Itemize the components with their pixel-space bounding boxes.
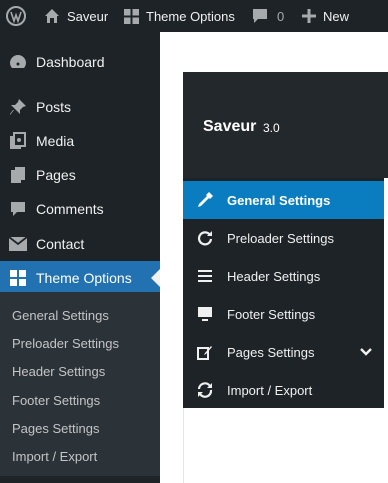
theme-options-label: Theme Options: [146, 8, 235, 24]
menu-item-media[interactable]: Media: [0, 124, 160, 158]
comments-count: 0: [277, 8, 285, 24]
new-label: New: [323, 8, 350, 24]
tab-pages-settings[interactable]: Pages Settings: [183, 333, 384, 371]
submenu-header-settings[interactable]: Header Settings: [12, 362, 105, 382]
tab-header-settings[interactable]: Header Settings: [183, 257, 384, 295]
menu-label-comments: Comments: [36, 201, 104, 217]
submenu-footer-settings[interactable]: Footer Settings: [12, 391, 100, 411]
pages-icon: [0, 166, 36, 184]
sync-icon: [183, 381, 227, 399]
wordpress-icon: [6, 6, 26, 26]
site-name-link[interactable]: Saveur: [44, 0, 108, 32]
panel-version: 3.0: [263, 121, 280, 135]
menu-item-comments[interactable]: Comments: [0, 192, 160, 226]
menu-label-theme-options: Theme Options: [36, 270, 132, 286]
tab-label-general: General Settings: [227, 192, 331, 208]
submenu-import-export[interactable]: Import / Export: [12, 447, 97, 467]
panel-title: Saveur: [203, 118, 257, 135]
theme-options-link[interactable]: Theme Options: [124, 0, 235, 32]
submenu-preloader-settings[interactable]: Preloader Settings: [12, 334, 119, 354]
tab-import-export[interactable]: Import / Export: [183, 371, 384, 409]
tab-general-settings[interactable]: General Settings: [183, 181, 384, 219]
pin-icon: [0, 98, 36, 116]
dashboard-icon: [0, 53, 36, 71]
menu-item-pages[interactable]: Pages: [0, 158, 160, 192]
menu-item-posts[interactable]: Posts: [0, 90, 160, 124]
comment-icon: [0, 200, 36, 218]
comment-icon: [252, 8, 268, 24]
theme-options-submenu: General Settings Preloader Settings Head…: [0, 292, 160, 476]
mail-icon: [0, 237, 36, 251]
options-panel-header: Saveur 3.0: [183, 72, 388, 178]
menu-label-media: Media: [36, 133, 75, 149]
grid-icon: [124, 8, 139, 24]
submenu-pages-settings[interactable]: Pages Settings: [12, 419, 99, 439]
comments-link[interactable]: 0: [252, 0, 284, 32]
wordpress-logo-button[interactable]: [6, 0, 26, 32]
edit-icon: [183, 344, 227, 360]
media-icon: [0, 132, 36, 150]
eyedropper-icon: [183, 191, 227, 209]
menu-label-posts: Posts: [36, 99, 72, 115]
new-content-button[interactable]: New: [302, 0, 349, 32]
menu-lines-icon: [183, 270, 227, 282]
menu-label-contact: Contact: [36, 236, 85, 252]
chevron-down-icon[interactable]: [360, 345, 372, 360]
monitor-icon: [183, 306, 227, 322]
current-indicator: [151, 269, 160, 287]
plus-icon: [302, 9, 316, 23]
site-name: Saveur: [67, 8, 109, 24]
menu-item-dashboard[interactable]: Dashboard: [0, 45, 160, 79]
menu-item-contact[interactable]: Contact: [0, 227, 160, 261]
tab-label-preloader: Preloader Settings: [227, 230, 334, 246]
tab-preloader-settings[interactable]: Preloader Settings: [183, 219, 384, 257]
admin-sidebar: Dashboard Posts Media Pages Comments Con…: [0, 32, 160, 483]
tab-label-footer: Footer Settings: [227, 306, 316, 322]
tab-label-pages: Pages Settings: [227, 344, 315, 360]
home-icon: [44, 8, 60, 24]
admin-bar: Saveur Theme Options 0 New: [0, 0, 388, 32]
menu-label-pages: Pages: [36, 167, 76, 183]
tab-footer-settings[interactable]: Footer Settings: [183, 295, 384, 333]
panel-body: [183, 408, 388, 483]
options-panel-nav: General Settings Preloader Settings Head…: [183, 178, 384, 408]
refresh-icon: [183, 230, 227, 246]
grid-icon: [0, 270, 36, 286]
submenu-general-settings[interactable]: General Settings: [12, 306, 109, 326]
menu-label-dashboard: Dashboard: [36, 54, 105, 70]
tab-label-import-export: Import / Export: [227, 382, 313, 398]
menu-item-theme-options[interactable]: Theme Options: [0, 261, 160, 295]
tab-label-header: Header Settings: [227, 268, 321, 284]
